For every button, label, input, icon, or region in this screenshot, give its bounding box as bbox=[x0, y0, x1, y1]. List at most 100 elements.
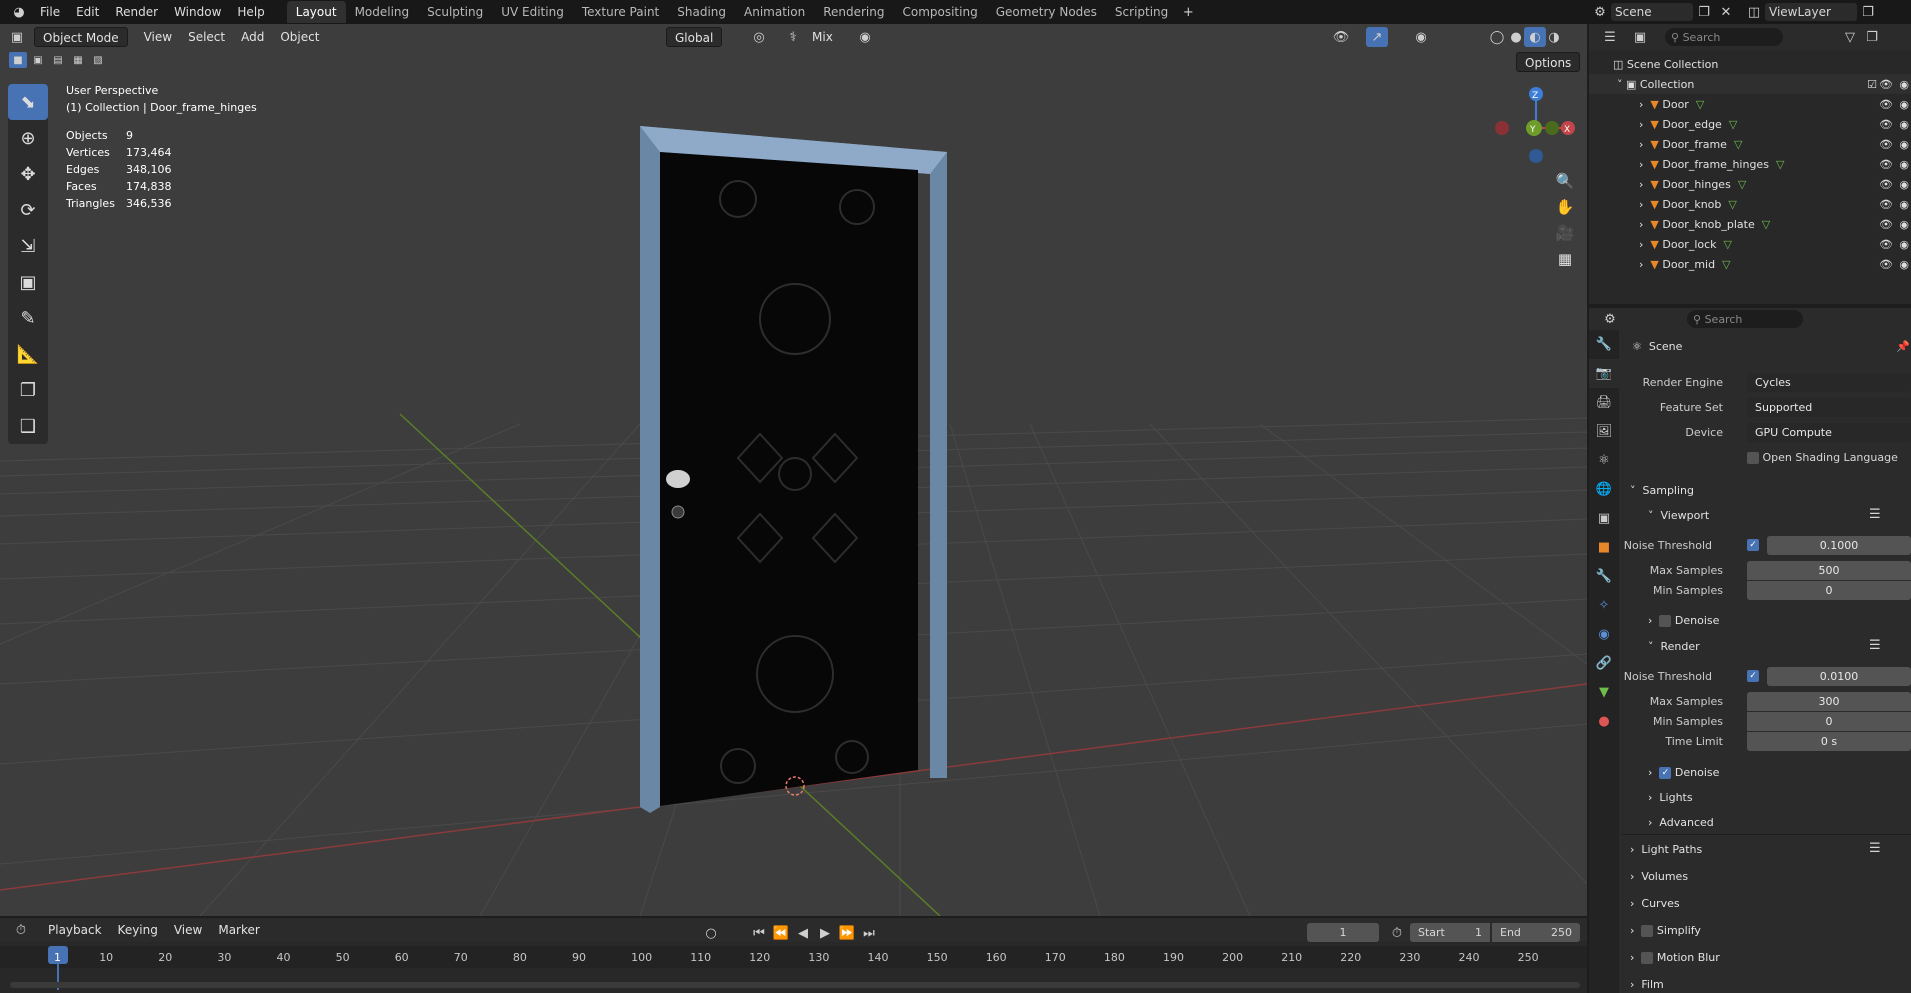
render-camera-icon[interactable]: ◉ bbox=[1899, 118, 1909, 131]
new-collection-icon[interactable]: ❐ bbox=[1861, 27, 1883, 47]
tab-modeling[interactable]: Modeling bbox=[346, 1, 419, 23]
render-camera-icon[interactable]: ◉ bbox=[1899, 178, 1909, 191]
outliner-collection[interactable]: ˅ ▣ Collection ☑ 👁 ◉ bbox=[1589, 74, 1911, 94]
light-paths-panel[interactable]: › Light Paths bbox=[1630, 843, 1702, 856]
r-max-samples-field[interactable]: 300 bbox=[1747, 692, 1911, 711]
display-mode-icon[interactable]: ▣ bbox=[1629, 27, 1651, 47]
outliner-editor-icon[interactable]: ☰ bbox=[1599, 27, 1621, 47]
render-camera-icon[interactable]: ◉ bbox=[1899, 218, 1909, 231]
modifier-tab-icon[interactable]: 🔧 bbox=[1589, 562, 1619, 591]
menu-add[interactable]: Add bbox=[233, 27, 272, 47]
end-frame-field[interactable]: End 250 bbox=[1492, 923, 1580, 942]
outliner-item[interactable]: › ▼ Door ▽ 👁 ◉ bbox=[1589, 94, 1911, 114]
measure-tool-icon[interactable]: 📐 bbox=[8, 336, 48, 372]
select-new-icon[interactable]: ■ bbox=[9, 52, 27, 68]
scene-icon[interactable]: ⚙ bbox=[1589, 2, 1611, 22]
outliner-item[interactable]: › ▼ Door_hinges ▽ 👁 ◉ bbox=[1589, 174, 1911, 194]
pin-icon[interactable]: 📌 bbox=[1896, 340, 1910, 353]
view-layer-icon[interactable]: ◫ bbox=[1743, 2, 1765, 22]
auto-keying-icon[interactable]: ○ bbox=[700, 923, 722, 943]
snap-icon[interactable]: ⚕ bbox=[782, 27, 804, 47]
render-camera-icon[interactable]: ◉ bbox=[1899, 158, 1909, 171]
menu-file[interactable]: File bbox=[32, 0, 68, 24]
curves-panel[interactable]: › Curves bbox=[1630, 897, 1680, 910]
jump-end-icon[interactable]: ⏭ bbox=[858, 923, 880, 943]
new-view-layer-icon[interactable]: ❐ bbox=[1857, 2, 1879, 22]
scene-name-field[interactable]: Scene bbox=[1611, 3, 1693, 21]
scene-tab-icon[interactable]: ⚛ bbox=[1589, 446, 1619, 475]
start-frame-field[interactable]: Start 1 bbox=[1410, 923, 1490, 942]
tab-texture-paint[interactable]: Texture Paint bbox=[573, 1, 668, 23]
outliner-item[interactable]: › ▼ Door_edge ▽ 👁 ◉ bbox=[1589, 114, 1911, 134]
sampling-panel[interactable]: ˅ Sampling bbox=[1630, 484, 1694, 497]
delete-scene-icon[interactable]: ✕ bbox=[1715, 2, 1737, 22]
menu-timeline-view[interactable]: View bbox=[166, 920, 210, 940]
material-tab-icon[interactable]: ● bbox=[1589, 707, 1619, 736]
motion-blur-checkbox[interactable] bbox=[1641, 952, 1654, 964]
osl-checkbox[interactable]: Open Shading Language bbox=[1747, 451, 1898, 464]
render-engine-dropdown[interactable]: Cycles bbox=[1747, 373, 1911, 392]
mode-dropdown[interactable]: Object Mode bbox=[34, 27, 128, 47]
scale-tool-icon[interactable]: ⇲ bbox=[8, 228, 48, 264]
rendered-shading-icon[interactable]: ◑ bbox=[1543, 27, 1565, 47]
editor-type-icon[interactable]: ▣ bbox=[6, 27, 28, 47]
viewport-subpanel[interactable]: ˅ Viewport bbox=[1648, 509, 1709, 522]
menu-playback[interactable]: Playback bbox=[40, 920, 110, 940]
vp-min-samples-field[interactable]: 0 bbox=[1747, 581, 1911, 600]
menu-keying[interactable]: Keying bbox=[110, 920, 166, 940]
vp-max-samples-field[interactable]: 500 bbox=[1747, 561, 1911, 580]
new-scene-icon[interactable]: ❐ bbox=[1693, 2, 1715, 22]
select-extend-icon[interactable]: ▣ bbox=[29, 52, 47, 68]
camera-view-icon[interactable]: 🎥 bbox=[1552, 220, 1578, 246]
constraint-tab-icon[interactable]: 🔗 bbox=[1589, 649, 1619, 678]
visibility-eye-icon[interactable]: 👁 bbox=[1879, 158, 1893, 171]
physics-tab-icon[interactable]: ◉ bbox=[1589, 620, 1619, 649]
device-dropdown[interactable]: GPU Compute bbox=[1747, 423, 1911, 442]
menu-marker[interactable]: Marker bbox=[210, 920, 267, 940]
render-camera-icon[interactable]: ◉ bbox=[1899, 238, 1909, 251]
annotate-tool-icon[interactable]: ✎ bbox=[8, 300, 48, 336]
pivot-icon[interactable]: ◎ bbox=[748, 27, 770, 47]
motion-blur-panel[interactable]: › Motion Blur bbox=[1630, 951, 1720, 964]
light-paths-presets-icon[interactable]: ☰ bbox=[1869, 841, 1881, 856]
outliner-item[interactable]: › ▼ Door_frame_hinges ▽ 👁 ◉ bbox=[1589, 154, 1911, 174]
current-frame-field[interactable]: 1 bbox=[1307, 923, 1379, 942]
gizmo-toggle-icon[interactable]: ↗ bbox=[1366, 27, 1388, 47]
object-tab-icon[interactable]: ■ bbox=[1589, 533, 1619, 562]
transform-tool-icon[interactable]: ▣ bbox=[8, 264, 48, 300]
film-panel[interactable]: › Film bbox=[1630, 978, 1664, 991]
cursor-tool-icon[interactable]: ⊕ bbox=[8, 120, 48, 156]
tab-animation[interactable]: Animation bbox=[735, 1, 814, 23]
properties-editor-icon[interactable]: ⚙ bbox=[1599, 309, 1621, 329]
data-tab-icon[interactable]: ▼ bbox=[1589, 678, 1619, 707]
move-tool-icon[interactable]: ✥ bbox=[8, 156, 48, 192]
render-presets-icon[interactable]: ☰ bbox=[1869, 638, 1881, 653]
prev-keyframe-icon[interactable]: ⏪ bbox=[770, 923, 792, 943]
exclude-checkbox-icon[interactable]: ☑ bbox=[1867, 78, 1877, 91]
menu-render[interactable]: Render bbox=[107, 0, 166, 24]
view-layer-tab-icon[interactable]: 🖼 bbox=[1589, 417, 1619, 446]
preview-range-icon[interactable]: ⏱ bbox=[1386, 923, 1408, 943]
select-intersect-icon[interactable]: ▧ bbox=[89, 52, 107, 68]
menu-help[interactable]: Help bbox=[229, 0, 272, 24]
outliner-item[interactable]: › ▼ Door_knob_plate ▽ 👁 ◉ bbox=[1589, 214, 1911, 234]
rotate-tool-icon[interactable]: ⟳ bbox=[8, 192, 48, 228]
transform-orientation-dropdown[interactable]: Global bbox=[666, 27, 723, 47]
proportional-edit-icon[interactable]: ◉ bbox=[854, 27, 876, 47]
properties-search-input[interactable]: ⚲ Search bbox=[1687, 310, 1803, 328]
render-camera-icon[interactable]: ◉ bbox=[1899, 138, 1909, 151]
navigation-gizmo[interactable]: Z Y X bbox=[1490, 84, 1580, 174]
visibility-eye-icon[interactable]: 👁 bbox=[1879, 218, 1893, 231]
render-subpanel[interactable]: ˅ Render bbox=[1648, 640, 1700, 653]
add-workspace-icon[interactable]: + bbox=[1177, 2, 1199, 22]
vp-denoise-checkbox[interactable] bbox=[1659, 615, 1672, 627]
tool-tab-icon[interactable]: 🔧 bbox=[1589, 330, 1619, 359]
r-noise-field[interactable]: 0.0100 bbox=[1767, 667, 1911, 686]
advanced-subpanel[interactable]: › Advanced bbox=[1648, 816, 1714, 829]
tab-compositing[interactable]: Compositing bbox=[893, 1, 986, 23]
outliner-item[interactable]: › ▼ Door_mid ▽ 👁 ◉ bbox=[1589, 254, 1911, 274]
outliner-scene-collection[interactable]: ◫ Scene Collection bbox=[1589, 54, 1911, 74]
visibility-eye-icon[interactable]: 👁 bbox=[1879, 198, 1893, 211]
output-tab-icon[interactable]: 🖨 bbox=[1589, 388, 1619, 417]
render-camera-icon[interactable]: ◉ bbox=[1899, 258, 1909, 271]
